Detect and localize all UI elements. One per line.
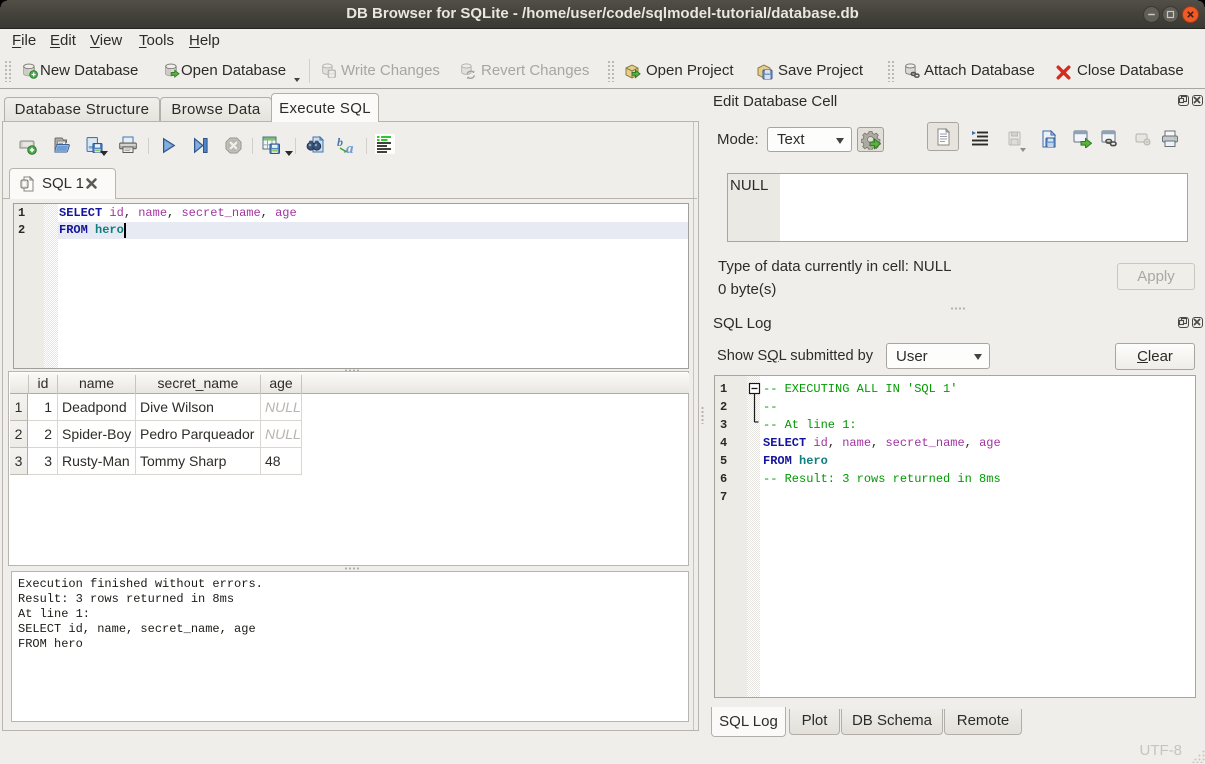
svg-text:a: a <box>346 141 354 154</box>
svg-text:b: b <box>337 136 343 149</box>
